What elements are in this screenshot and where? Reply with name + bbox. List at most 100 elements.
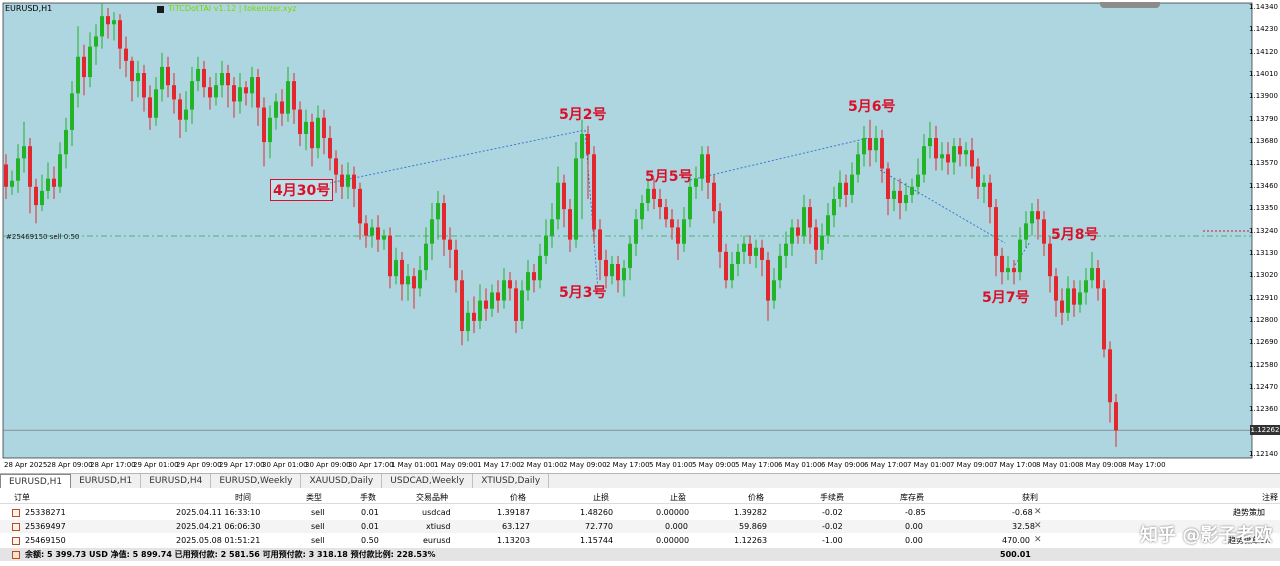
total-profit: 500.01 (1000, 550, 1031, 559)
order-ticket: 25338271 (25, 508, 66, 517)
candle-body (1006, 268, 1010, 273)
candle-body (514, 288, 518, 321)
close-order-icon[interactable]: ✕ (1034, 534, 1042, 547)
candle-body (256, 77, 260, 108)
annotation-may6: 5月6号 (848, 99, 896, 115)
tab-usdcad-weekly[interactable]: USDCAD,Weekly (382, 474, 474, 488)
trading-terminal: EURUSD,H1 TiTCDotTAI v1.12 | tokenizer.x… (0, 0, 1280, 566)
time-tick-label: 7 May 01:00 (907, 461, 951, 469)
candle-body (22, 146, 26, 159)
candle-body (1108, 349, 1112, 403)
candle-body (496, 292, 500, 301)
candle-body (778, 255, 782, 281)
tab-eurusd-h4[interactable]: EURUSD,H4 (141, 474, 212, 488)
col-time[interactable]: 时间 (235, 491, 251, 504)
candle-body (856, 154, 860, 175)
one-click-trading-handle[interactable] (1100, 2, 1160, 8)
col-comment[interactable]: 注释 (1262, 491, 1278, 504)
candle-body (1096, 268, 1100, 289)
price-tick-label: 1.12470 (1249, 382, 1278, 391)
expert-advisor-icon (157, 6, 164, 13)
order-sl[interactable]: 72.770 (585, 520, 613, 533)
candle-body (490, 292, 494, 309)
candle-body (622, 268, 626, 281)
order-row[interactable]: 25469150 2025.05.08 01:51:21 sell 0.50 e… (0, 534, 1280, 547)
candle-body (58, 154, 62, 187)
candle-body (112, 20, 116, 25)
candle-body (16, 158, 20, 181)
candle-body (520, 290, 524, 321)
time-tick-label: 30 Apr 01:00 (262, 461, 308, 469)
candle-body (436, 203, 440, 220)
price-tick-label: 1.14120 (1249, 47, 1278, 56)
candle-body (568, 209, 572, 240)
candle-body (754, 247, 758, 256)
time-tick-label: 30 Apr 09:00 (305, 461, 351, 469)
time-tick-label: 1 May 17:00 (477, 461, 521, 469)
chart-tabs: EURUSD,H1 EURUSD,H1 EURUSD,H4 EURUSD,Wee… (0, 473, 1280, 488)
time-tick-label: 29 Apr 09:00 (176, 461, 222, 469)
candle-body (634, 219, 638, 244)
candle-body (694, 178, 698, 187)
candle-body (538, 255, 542, 281)
price-chart[interactable]: EURUSD,H1 TiTCDotTAI v1.12 | tokenizer.x… (0, 0, 1280, 472)
col-lots[interactable]: 手数 (360, 491, 376, 504)
candle-body (1024, 223, 1028, 240)
candle-body (214, 85, 218, 98)
candle-body (562, 182, 566, 210)
time-tick-label: 5 May 09:00 (692, 461, 736, 469)
col-commission[interactable]: 手续费 (820, 491, 844, 504)
close-order-icon[interactable]: ✕ (1034, 506, 1042, 519)
candle-body (52, 178, 56, 187)
tab-eurusd-h1[interactable]: EURUSD,H1 (71, 474, 142, 488)
col-swap[interactable]: 库存费 (900, 491, 924, 504)
order-tp[interactable]: 0.00000 (656, 534, 689, 547)
candle-body (484, 300, 488, 309)
candle-body (724, 251, 728, 281)
price-tick-label: 1.13460 (1249, 181, 1278, 190)
price-tick-label: 1.13680 (1249, 137, 1278, 146)
candle-body (898, 190, 902, 204)
order-sl[interactable]: 1.48260 (580, 506, 613, 519)
order-sl[interactable]: 1.15744 (580, 534, 613, 547)
close-order-icon[interactable]: ✕ (1034, 520, 1042, 533)
col-symbol[interactable]: 交易品种 (416, 491, 448, 504)
tab-xauusd-daily[interactable]: XAUUSD,Daily (301, 474, 383, 488)
time-tick-label: 1 May 09:00 (434, 461, 478, 469)
col-profit[interactable]: 获利 (1022, 491, 1038, 504)
col-current-price[interactable]: 价格 (748, 491, 764, 504)
col-open-price[interactable]: 价格 (510, 491, 526, 504)
candle-body (958, 146, 962, 155)
col-sl[interactable]: 止损 (593, 491, 609, 504)
candle-body (904, 194, 908, 204)
candle-body (838, 182, 842, 199)
candle-body (550, 219, 554, 236)
candle-body (1054, 276, 1058, 301)
candle-body (1078, 292, 1082, 305)
order-row[interactable]: 25338271 2025.04.11 16:33:10 sell 0.01 u… (0, 506, 1280, 519)
order-row[interactable]: 25369497 2025.04.21 06:06:30 sell 0.01 x… (0, 520, 1280, 533)
candle-body (604, 259, 608, 277)
candle-body (910, 186, 914, 195)
time-tick-label: 29 Apr 17:00 (219, 461, 265, 469)
candle-body (340, 174, 344, 187)
order-commission: -0.02 (822, 522, 843, 531)
order-tp[interactable]: 0.000 (665, 520, 688, 533)
candle-body (28, 146, 32, 187)
col-tp[interactable]: 止盈 (670, 491, 686, 504)
candle-body (1018, 239, 1022, 273)
time-tick-label: 30 Apr 17:00 (348, 461, 394, 469)
candle-body (1036, 211, 1040, 220)
order-tp[interactable]: 0.00000 (656, 506, 689, 519)
candle-body (1030, 211, 1034, 224)
order-swap: 0.00 (905, 522, 923, 531)
candle-body (298, 109, 302, 134)
time-tick-label: 8 May 01:00 (1036, 461, 1080, 469)
tab-eurusd-h1-active[interactable]: EURUSD,H1 (0, 474, 72, 488)
tab-xtiusd-daily[interactable]: XTIUSD,Daily (473, 474, 550, 488)
candle-body (946, 154, 950, 163)
col-ticket[interactable]: 订单 (14, 491, 30, 504)
col-type[interactable]: 类型 (306, 491, 322, 504)
tab-eurusd-weekly[interactable]: EURUSD,Weekly (211, 474, 302, 488)
watermark-text: 知乎 @影子老欧 (1140, 525, 1273, 546)
